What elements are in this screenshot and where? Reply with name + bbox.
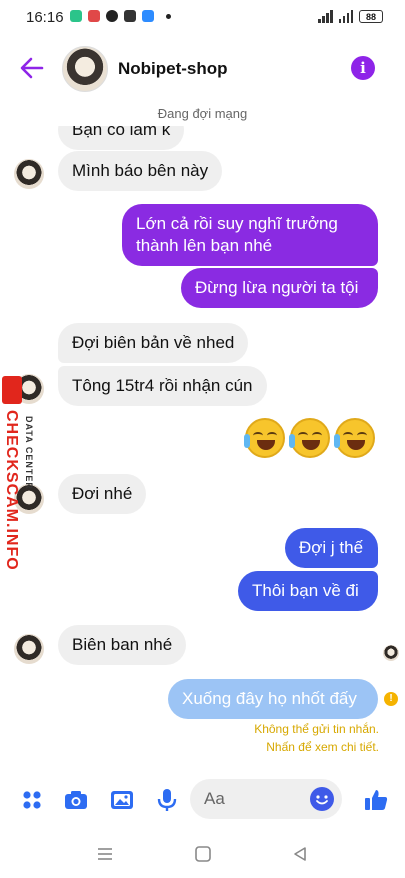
message-incoming[interactable]: Mình báo bên này — [58, 151, 223, 191]
watermark-sub: DATA CENTER — [24, 416, 34, 490]
network-status: Đang đợi mạng — [157, 106, 248, 121]
message-failed[interactable]: Xuống đây họ nhốt đấy — [168, 679, 378, 719]
status-time: 16:16 — [26, 9, 64, 26]
system-nav-bar — [0, 838, 405, 870]
send-error-line: Nhấn để xem chi tiết. — [266, 740, 379, 754]
message-text: Mình báo bên này — [72, 161, 209, 180]
laughing-emoji — [334, 418, 375, 458]
thumbs-up-icon[interactable] — [362, 786, 390, 814]
message-text: Đợi biên bản về nhed — [72, 333, 235, 352]
message-text: Biên ban nhé — [72, 635, 173, 654]
laughing-emoji — [289, 418, 330, 458]
message-text: Đừng lừa người ta tội — [195, 278, 359, 297]
message-text: Tông 15tr4 rồi nhận cún — [72, 376, 253, 395]
watermark-logo — [2, 376, 22, 404]
recents-menu-icon[interactable] — [95, 844, 115, 864]
gallery-icon[interactable] — [108, 786, 136, 814]
app-notification-icon — [142, 10, 154, 22]
info-icon[interactable]: i — [351, 56, 375, 80]
signal-icon — [338, 10, 353, 23]
chat-header: Nobipet-shop i — [0, 40, 405, 96]
message-incoming[interactable]: Bạn có làm k — [58, 126, 185, 150]
message-outgoing[interactable]: Lớn cả rồi suy nghĩ trưởng thành lên bạn… — [122, 204, 378, 266]
message-incoming[interactable]: Đợi biên bản về nhed — [58, 323, 249, 363]
message-list[interactable]: Bạn có làm k Mình báo bên này Lớn cả rồi… — [0, 126, 405, 766]
smile-icon[interactable] — [310, 787, 334, 811]
camera-icon[interactable] — [62, 786, 90, 814]
avatar[interactable] — [62, 46, 108, 92]
back-arrow-icon[interactable] — [18, 54, 46, 82]
microphone-icon[interactable] — [153, 786, 181, 814]
send-error-line: Không thể gửi tin nhắn. — [254, 722, 379, 736]
battery-icon: 88 — [359, 10, 383, 23]
bag-notification-icon — [124, 10, 136, 22]
message-outgoing[interactable]: Đợi j thế — [285, 528, 378, 568]
status-bar: 16:16 88 — [0, 0, 405, 36]
warning-icon[interactable]: ! — [384, 692, 398, 706]
app-notification-icon — [70, 10, 82, 22]
message-text: Đơi nhé — [72, 484, 133, 503]
menu-grid-icon[interactable] — [18, 786, 46, 814]
message-text: Bạn có làm k — [72, 126, 171, 139]
message-text: Xuống đây họ nhốt đấy — [182, 689, 357, 708]
message-text: thành lên bạn nhé — [136, 236, 273, 255]
notification-icons — [70, 10, 171, 22]
back-nav-icon[interactable] — [290, 844, 310, 864]
message-outgoing[interactable]: Thôi bạn về đi — [238, 571, 378, 611]
status-right: 88 — [318, 10, 383, 23]
message-incoming[interactable]: Biên ban nhé — [58, 625, 187, 665]
message-outgoing[interactable]: Đừng lừa người ta tội — [181, 268, 378, 308]
composer: Aa — [0, 776, 405, 824]
app-notification-icon — [88, 10, 100, 22]
message-incoming[interactable]: Tông 15tr4 rồi nhận cún — [58, 366, 267, 406]
message-text: Đợi j thế — [299, 538, 364, 557]
home-icon[interactable] — [193, 844, 213, 864]
message-input[interactable]: Aa — [190, 779, 342, 819]
avatar — [14, 634, 44, 664]
messenger-notification-icon — [106, 10, 118, 22]
seen-avatar — [383, 645, 399, 661]
more-dot-icon — [166, 13, 171, 19]
signal-icon — [318, 10, 333, 23]
laughing-emoji — [244, 418, 285, 458]
watermark: CHECKSCAM.INFO DATA CENTER — [0, 376, 34, 596]
message-incoming[interactable]: Đơi nhé — [58, 474, 147, 514]
send-error-text[interactable]: Không thể gửi tin nhắn. Nhấn để xem chi … — [254, 722, 379, 754]
watermark-brand: CHECKSCAM.INFO — [3, 410, 20, 571]
message-text: Thôi bạn về đi — [252, 581, 359, 600]
avatar — [14, 159, 44, 189]
message-text: Lớn cả rồi suy nghĩ trưởng — [136, 214, 338, 233]
chat-title[interactable]: Nobipet-shop — [118, 59, 228, 79]
message-input-placeholder: Aa — [204, 789, 225, 808]
